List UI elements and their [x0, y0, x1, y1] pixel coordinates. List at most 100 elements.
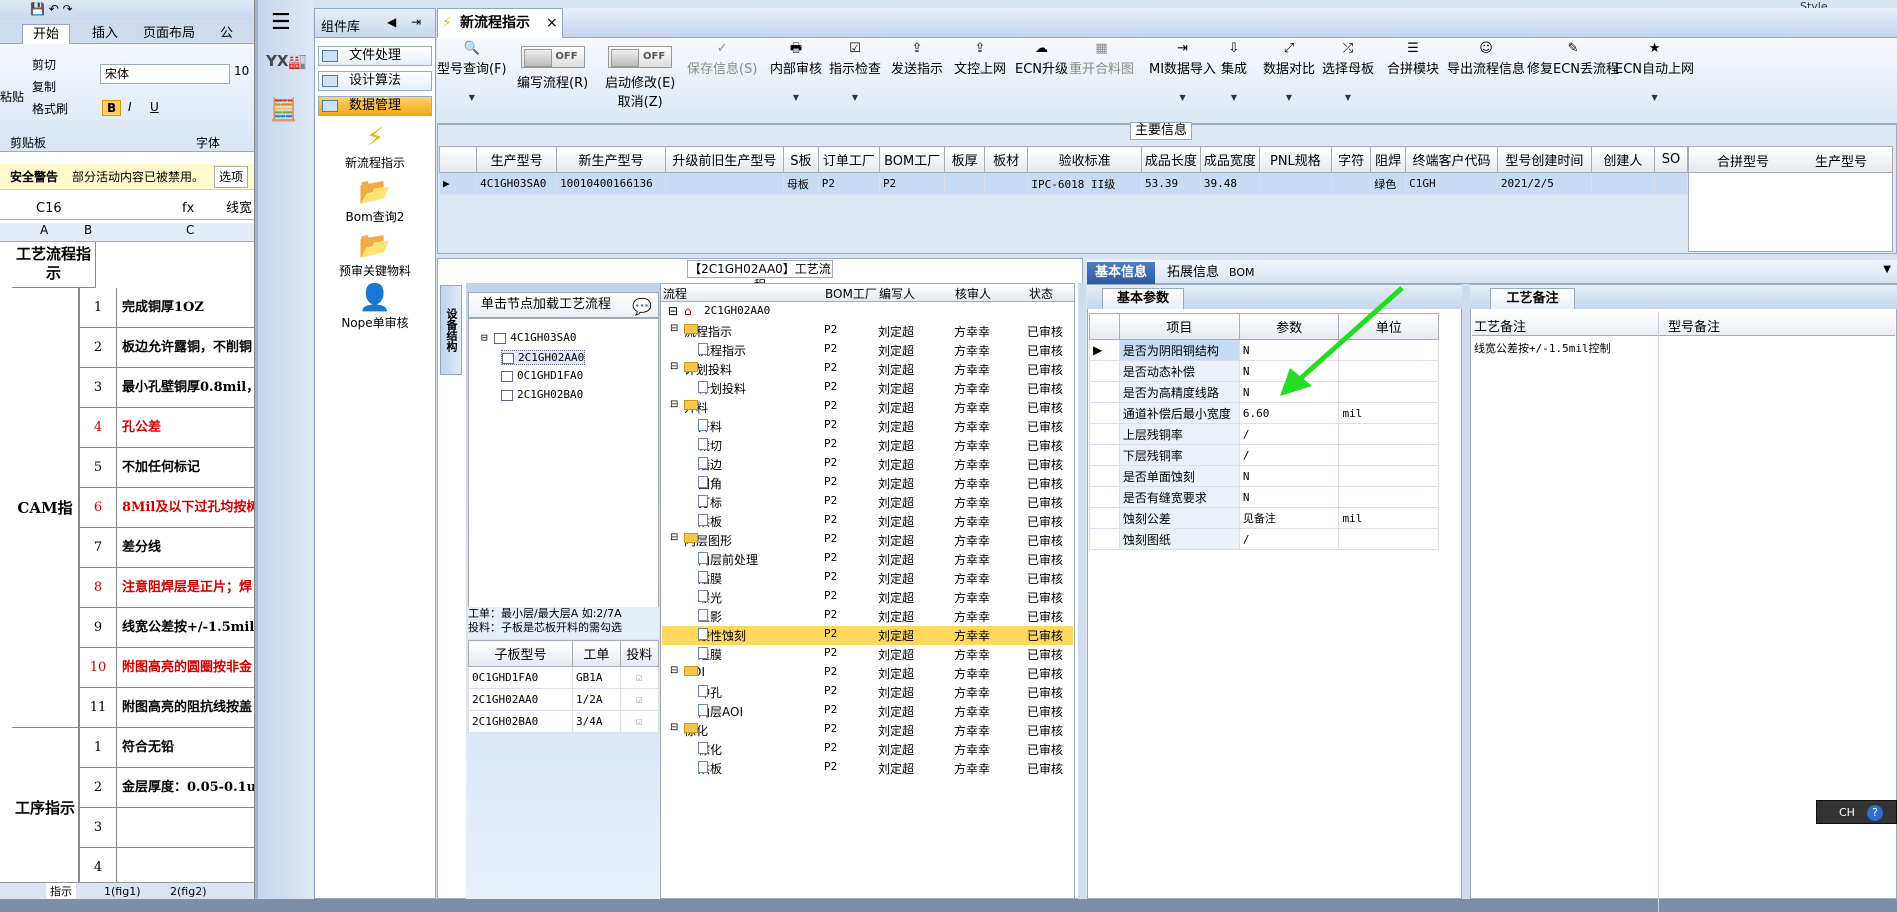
tab-page-layout[interactable]: 页面布局 — [133, 24, 205, 44]
bom-query-shortcut[interactable]: 📂 Bom查询2 — [318, 178, 432, 225]
table-row[interactable]: 是否有缝宽要求 N — [1089, 486, 1439, 508]
table-cell[interactable]: 1/2A — [572, 688, 621, 711]
table-cell[interactable] — [1590, 172, 1656, 195]
column-c[interactable]: C — [186, 223, 194, 237]
flow-row[interactable]: 贴膜 P2 刘定超 方幸幸 已审核 — [662, 569, 1073, 588]
column-header[interactable]: 终端客户代码 — [1405, 146, 1498, 173]
table-cell[interactable]: 2021/2/5 — [1496, 172, 1592, 195]
toggle-switch[interactable]: OFF — [608, 46, 673, 68]
column-header[interactable]: 成品宽度 — [1199, 146, 1260, 173]
sheet-tab-1[interactable]: 指示 — [46, 883, 76, 899]
remark-col-header[interactable]: 工艺备注 — [1474, 316, 1526, 335]
tab-bom[interactable]: BOM — [1221, 262, 1263, 284]
table-cell[interactable]: 3/4A — [572, 710, 621, 733]
collapse-icon[interactable]: ⊟ — [670, 399, 678, 410]
underline-button[interactable]: U — [150, 100, 159, 114]
flow-root[interactable]: ⊟ ⌂ 2C1GH02AA0 — [662, 303, 1073, 322]
flow-row[interactable]: 显影 P2 刘定超 方幸幸 已审核 — [662, 607, 1073, 626]
collapse-icon[interactable]: ⊟ — [670, 665, 678, 676]
flow-row[interactable]: ⊟ 流程指示 P2 刘定超 方幸幸 已审核 — [662, 322, 1073, 341]
options-button[interactable]: 选项 — [214, 166, 249, 188]
column-header[interactable]: 阻焊 — [1370, 146, 1407, 173]
table-cell[interactable]: 母板 — [782, 172, 819, 195]
column-header[interactable]: 验收标准 — [1027, 146, 1142, 173]
library-item-algorithm[interactable]: 设计算法 — [318, 71, 432, 91]
table-cell[interactable]: 53.39 — [1140, 172, 1201, 195]
flow-row[interactable]: ⊟ 计划投料 P2 刘定超 方幸幸 已审核 — [662, 360, 1073, 379]
flow-col-header[interactable]: 核审人 — [955, 285, 991, 302]
collapse-icon[interactable]: ⊟ — [481, 331, 494, 344]
close-icon[interactable]: × — [546, 9, 558, 37]
column-header[interactable]: 生产型号 — [476, 146, 558, 173]
toolbar-button-14[interactable]: ☰ 合拼模块 — [1387, 40, 1439, 77]
flow-row[interactable]: 裁切 P2 刘定超 方幸幸 已审核 — [662, 436, 1073, 455]
table-cell[interactable]: P2 — [878, 172, 946, 195]
column-header[interactable]: 型号创建时间 — [1496, 146, 1592, 173]
help-icon[interactable]: ? — [1867, 805, 1883, 821]
chevron-down-icon[interactable]: ▼ — [770, 93, 822, 102]
merge-grid-header[interactable]: 生产型号 — [1815, 151, 1867, 170]
flow-row[interactable]: 冲孔 P2 刘定超 方幸幸 已审核 — [662, 683, 1073, 702]
tree-node[interactable]: 0C1GHD1FA0 — [501, 369, 583, 382]
column-header[interactable]: S板 — [782, 146, 819, 173]
checkbox[interactable] — [501, 389, 513, 401]
flow-row[interactable]: 计划投料 P2 刘定超 方幸幸 已审核 — [662, 379, 1073, 398]
table-cell[interactable]: 2C1GH02AA0 — [467, 688, 574, 711]
param-value[interactable]: N — [1238, 486, 1340, 508]
bold-button[interactable]: B — [102, 100, 122, 116]
process-remark-text[interactable]: 线宽公差按+/-1.5mil控制 — [1474, 340, 1654, 356]
merge-grid-header[interactable]: 合拼型号 — [1717, 151, 1769, 170]
chevron-down-icon[interactable]: ▼ — [1322, 93, 1374, 102]
flow-row[interactable]: 烘板 P2 刘定超 方幸幸 已审核 — [662, 759, 1073, 778]
toolbar-button-10[interactable]: ⇥ MI数据导入 ▼ — [1149, 40, 1216, 102]
flow-col-header[interactable]: 状态 — [1029, 285, 1053, 302]
column-header[interactable]: 创建人 — [1590, 146, 1656, 173]
table-row[interactable]: 蚀刻公差 见备注 mil — [1089, 507, 1439, 529]
param-value[interactable]: / — [1238, 528, 1340, 550]
table-cell[interactable] — [1330, 172, 1372, 195]
tab-extended-info[interactable]: 拓展信息 — [1159, 262, 1227, 284]
toolbar-button-16[interactable]: ✎ 修复ECN丢流程 — [1527, 40, 1619, 77]
column-header[interactable]: 工单 — [572, 640, 621, 667]
column-b[interactable]: B — [84, 223, 92, 237]
chevron-down-icon[interactable]: ▼ — [437, 93, 507, 102]
table-row[interactable]: 2C1GH02AA0 1/2A ☑ — [467, 688, 660, 711]
toolbar-button-3[interactable]: ✓ 保存信息(S) — [687, 40, 757, 77]
toolbar-button-2[interactable]: OFF 启动修改(E) 取消(Z) — [605, 40, 675, 110]
table-cell[interactable]: 0C1GHD1FA0 — [467, 666, 574, 689]
splitter[interactable] — [1078, 283, 1086, 899]
tree-node[interactable]: 2C1GH02BA0 — [501, 388, 583, 401]
table-row[interactable]: 上层残铜率 / — [1089, 423, 1439, 445]
table-cell[interactable] — [983, 172, 1029, 195]
remark-col-header[interactable]: 型号备注 — [1668, 316, 1720, 335]
prereview-shortcut[interactable]: 📂 预审关键物料 — [318, 232, 432, 279]
param-value[interactable]: 6.60 — [1238, 402, 1340, 424]
dropdown-icon[interactable]: ▼ — [1883, 264, 1891, 275]
chat-icon[interactable]: 💬 — [632, 295, 652, 319]
tab-formulas[interactable]: 公式 — [210, 24, 254, 61]
checkbox[interactable] — [501, 370, 513, 382]
cam-group-cell[interactable]: CAM指示 — [12, 288, 79, 728]
font-name-select[interactable]: 宋体 — [100, 64, 230, 84]
nope-review-shortcut[interactable]: 👤 Nope单审核 — [318, 284, 432, 331]
table-row[interactable]: 蚀刻图纸 / — [1089, 528, 1439, 550]
flow-row[interactable]: 打标 P2 刘定超 方幸幸 已审核 — [662, 493, 1073, 512]
column-header[interactable]: SO — [1654, 146, 1688, 173]
tab-basic-info[interactable]: 基本信息 — [1087, 262, 1156, 284]
flow-row[interactable]: 曝光 P2 刘定超 方幸幸 已审核 — [662, 588, 1073, 607]
collapse-icon[interactable]: ⊟ — [670, 323, 678, 334]
flow-row[interactable]: ⊟ 开料 P2 刘定超 方幸幸 已审核 — [662, 398, 1073, 417]
name-box[interactable]: C16 — [36, 198, 62, 220]
toolbar-button-12[interactable]: ⤢ 数据对比 ▼ — [1263, 40, 1315, 102]
toolbar-button-13[interactable]: ⤮ 选择母板 ▼ — [1322, 40, 1374, 102]
column-header[interactable]: 订单工厂 — [817, 146, 880, 173]
table-cell[interactable]: 10010400166136 — [556, 172, 666, 195]
flow-row[interactable]: ⊟ 棕化 P2 刘定超 方幸幸 已审核 — [662, 721, 1073, 740]
sheet-tab-3[interactable]: 2(fig2) — [170, 883, 207, 899]
toolbar-button-0[interactable]: 🔍 型号查询(F) ▼ — [437, 40, 507, 102]
checkbox[interactable]: ☑ — [619, 688, 660, 711]
chevron-down-icon[interactable]: ▼ — [1615, 93, 1694, 102]
font-size-select[interactable]: 10 — [234, 64, 249, 78]
table-cell[interactable]: GB1A — [572, 666, 621, 689]
dock-icon[interactable]: ⇥ — [411, 15, 421, 29]
